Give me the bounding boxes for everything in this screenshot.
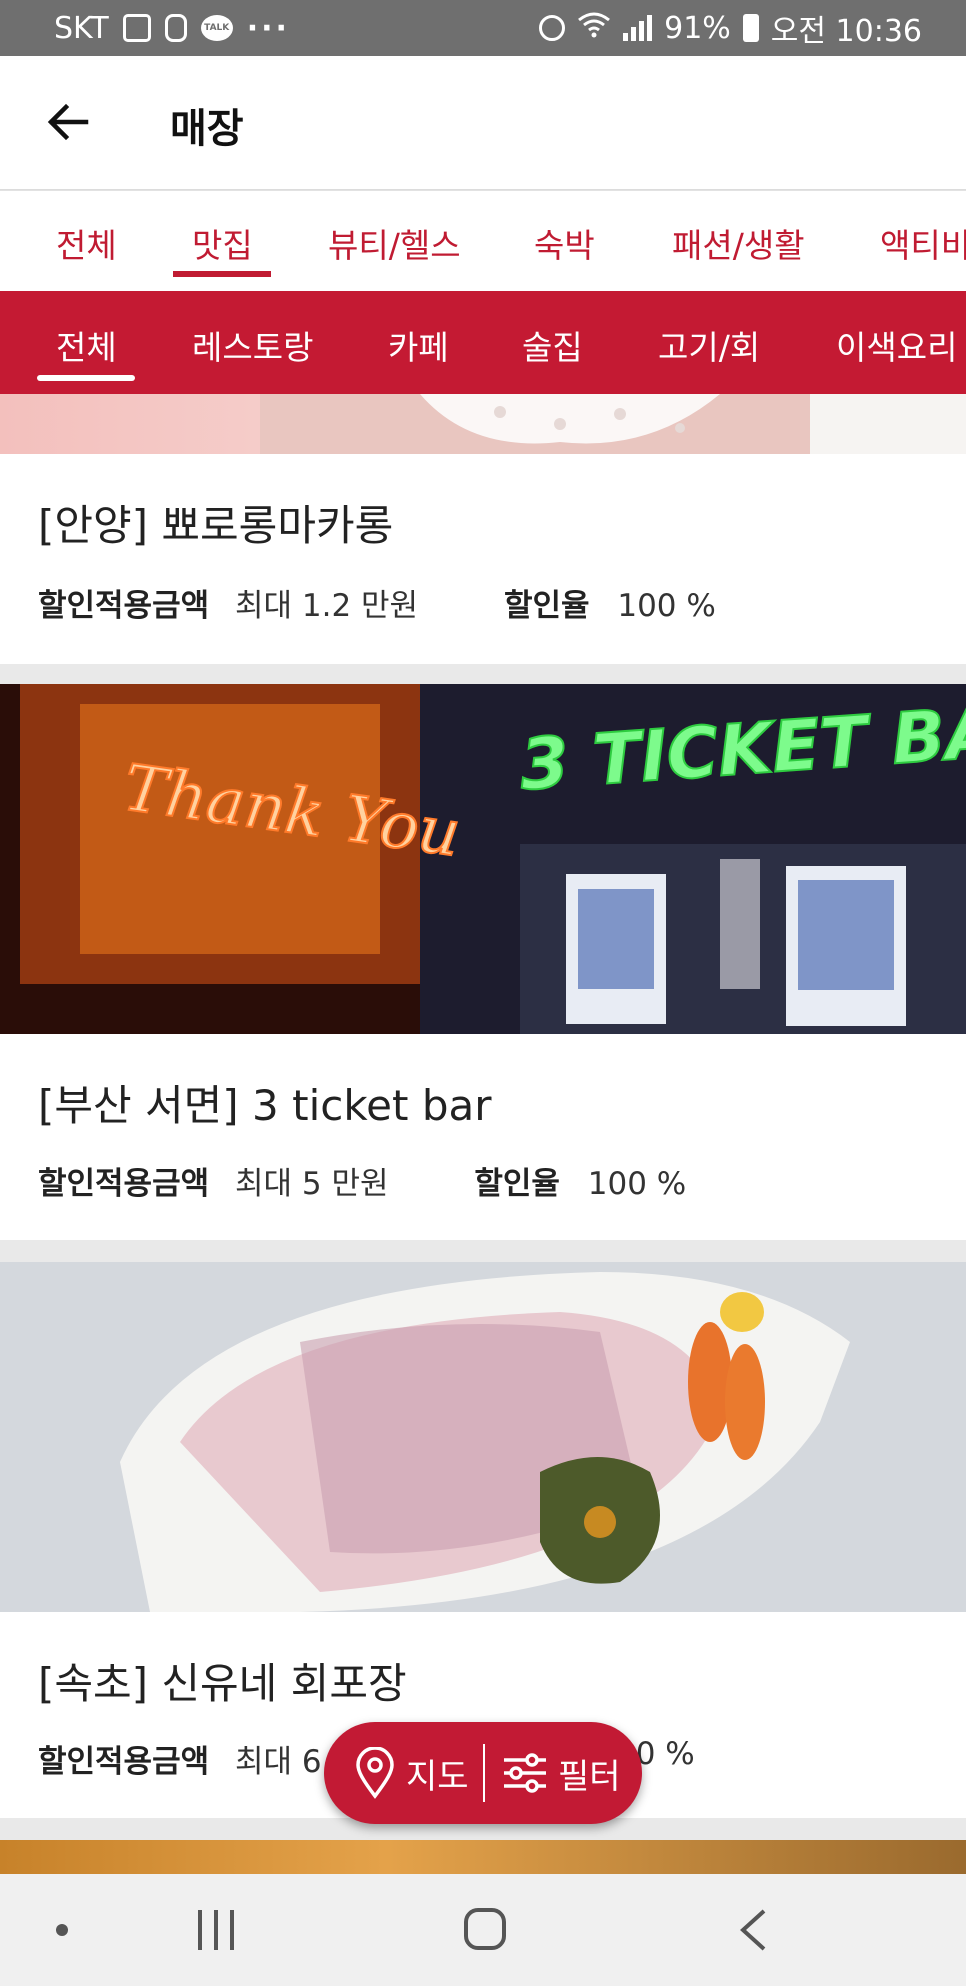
filter-button[interactable]: 필터 (502, 1722, 621, 1824)
store-image: Thank You 3 TICKET BAR (0, 684, 966, 1034)
carrier-label: SKT (54, 10, 109, 46)
map-button[interactable]: 지도 (354, 1722, 469, 1824)
store-name: [속초] 신유네 회포장 (38, 1659, 407, 1708)
tab-restaurants[interactable]: 맛집 (192, 219, 253, 267)
tab-beauty-health[interactable]: 뷰티/헬스 (328, 219, 461, 267)
store-card[interactable]: [안양] 뾰로롱마카롱 할인적용금액 최대 1.2 만원 할인율 100 % (0, 394, 966, 664)
arrow-left-icon (47, 103, 89, 141)
store-name: [안양] 뾰로롱마카롱 (38, 501, 394, 550)
battery-percent: 91% (664, 10, 731, 46)
tab-activity[interactable]: 액티비 (880, 219, 966, 267)
discount-amount-value: 최대 6 (234, 1744, 322, 1780)
subtab-cafe[interactable]: 카페 (388, 321, 449, 369)
tab-fashion-living[interactable]: 패션/생활 (672, 219, 805, 267)
recent-apps-button[interactable] (198, 1910, 234, 1950)
discount-rate-value: 100 % (617, 588, 716, 624)
discount-amount-label: 할인적용금액 (38, 588, 210, 624)
discount-amount-label: 할인적용금액 (38, 1744, 210, 1780)
gallery-icon (122, 14, 151, 42)
active-subtab-indicator (37, 375, 135, 381)
discount-rate-value: 100 % (587, 1166, 687, 1202)
store-list[interactable]: [안양] 뾰로롱마카롱 할인적용금액 최대 1.2 만원 할인율 100 % T… (0, 394, 966, 1874)
subtab-all[interactable]: 전체 (56, 321, 117, 369)
subcategory-tabs: 전체 레스토랑 카페 술집 고기/회 이색요리 (0, 291, 966, 394)
wifi-icon (577, 10, 611, 46)
talk-icon: TALK (200, 15, 233, 41)
subtab-restaurant[interactable]: 레스토랑 (192, 321, 313, 369)
location-pin-icon (356, 1747, 394, 1799)
discount-amount-label: 할인적용금액 (38, 1166, 210, 1202)
store-name: [부산 서면] 3 ticket bar (38, 1081, 492, 1130)
store-discount-info: 할인적용금액 최대 5 만원 할인율 100 % (38, 1158, 686, 1203)
app-notification-icon (164, 14, 187, 42)
map-label: 지도 (406, 1756, 469, 1797)
active-tab-indicator (173, 271, 271, 277)
store-image (0, 394, 966, 454)
nav-indicator-dot (56, 1924, 68, 1936)
discount-amount-value: 최대 5 만원 (234, 1166, 389, 1202)
status-bar: SKT TALK ··· 91% 오전 10:36 (0, 0, 966, 56)
back-button[interactable] (44, 98, 92, 146)
tab-all[interactable]: 전체 (56, 219, 117, 267)
category-tabs: 전체 맛집 뷰티/헬스 숙박 패션/생활 액티비 (0, 191, 966, 291)
system-back-button[interactable] (738, 1908, 768, 1952)
subtab-exotic[interactable]: 이색요리 (836, 321, 957, 369)
discount-rate-label: 할인율 (503, 588, 590, 624)
more-notifications: ··· (246, 10, 290, 46)
subtab-bar[interactable]: 술집 (522, 321, 583, 369)
app-header: 매장 (0, 56, 966, 189)
discount-rate-label: 할인율 (474, 1166, 560, 1202)
store-discount-info: 할인적용금액 최대 6 00 % (38, 1736, 695, 1781)
tab-lodging[interactable]: 숙박 (534, 219, 595, 267)
store-image (0, 1262, 966, 1612)
system-nav-bar (0, 1874, 966, 1986)
alarm-icon (539, 15, 566, 41)
store-card[interactable]: Thank You 3 TICKET BAR [부산 서면] 3 ticket … (0, 684, 966, 1240)
discount-amount-value: 최대 1.2 만원 (234, 588, 419, 624)
sliders-icon (504, 1753, 546, 1793)
fab-divider (483, 1744, 485, 1802)
store-card[interactable] (0, 1840, 966, 1874)
home-button[interactable] (464, 1908, 506, 1950)
page-title: 매장 (170, 106, 244, 152)
battery-icon (742, 14, 759, 42)
filter-label: 필터 (558, 1756, 621, 1797)
chevron-left-icon (740, 1909, 766, 1951)
signal-icon (623, 15, 653, 41)
clock: 오전 10:36 (770, 14, 922, 49)
subtab-meat-sashimi[interactable]: 고기/회 (658, 321, 760, 369)
store-discount-info: 할인적용금액 최대 1.2 만원 할인율 100 % (38, 580, 716, 625)
map-filter-fab: 지도 필터 (324, 1722, 642, 1824)
